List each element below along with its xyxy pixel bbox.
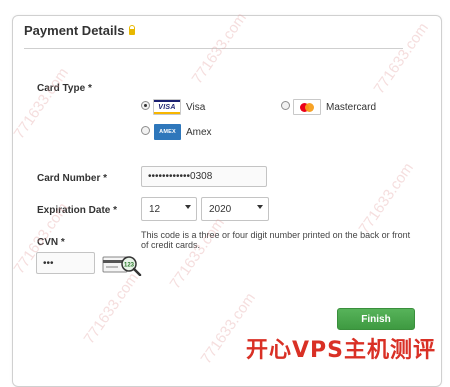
card-number-label: Card Number *	[37, 173, 108, 184]
expiration-month-select[interactable]: 12	[141, 197, 197, 221]
visa-option-label: Visa	[186, 102, 206, 113]
expiration-month-value: 12	[149, 203, 161, 215]
chevron-down-icon	[257, 205, 263, 209]
radio-visa[interactable]	[141, 101, 150, 110]
page-title-text: Payment Details	[24, 23, 125, 38]
card-number-input[interactable]: ••••••••••••0308	[141, 166, 267, 187]
cvn-label: CVN *	[37, 237, 65, 248]
cvn-help-text: This code is a three or four digit numbe…	[141, 230, 411, 250]
svg-text:123: 123	[124, 263, 135, 269]
expiration-date-label: Expiration Date *	[37, 205, 118, 216]
brand-watermark: 开心VPS主机测评	[246, 338, 436, 363]
radio-amex[interactable]	[141, 126, 150, 135]
chevron-down-icon	[185, 205, 191, 209]
amex-option-label: Amex	[186, 127, 212, 138]
cvn-card-icon: 123	[102, 256, 142, 276]
mastercard-card-icon	[293, 99, 321, 115]
card-type-label: Card Type *	[37, 83, 92, 94]
cvn-input[interactable]: •••	[36, 252, 95, 274]
lock-icon	[129, 24, 136, 35]
page-title: Payment Details	[24, 23, 136, 38]
mastercard-option-label: Mastercard	[326, 102, 377, 113]
expiration-year-select[interactable]: 2020	[201, 197, 269, 221]
expiration-year-value: 2020	[209, 203, 232, 215]
title-divider	[24, 48, 403, 49]
visa-card-icon: VISA	[153, 99, 181, 115]
radio-mastercard[interactable]	[281, 101, 290, 110]
finish-button[interactable]: Finish	[337, 308, 415, 330]
amex-card-icon: AMEX	[154, 124, 181, 140]
